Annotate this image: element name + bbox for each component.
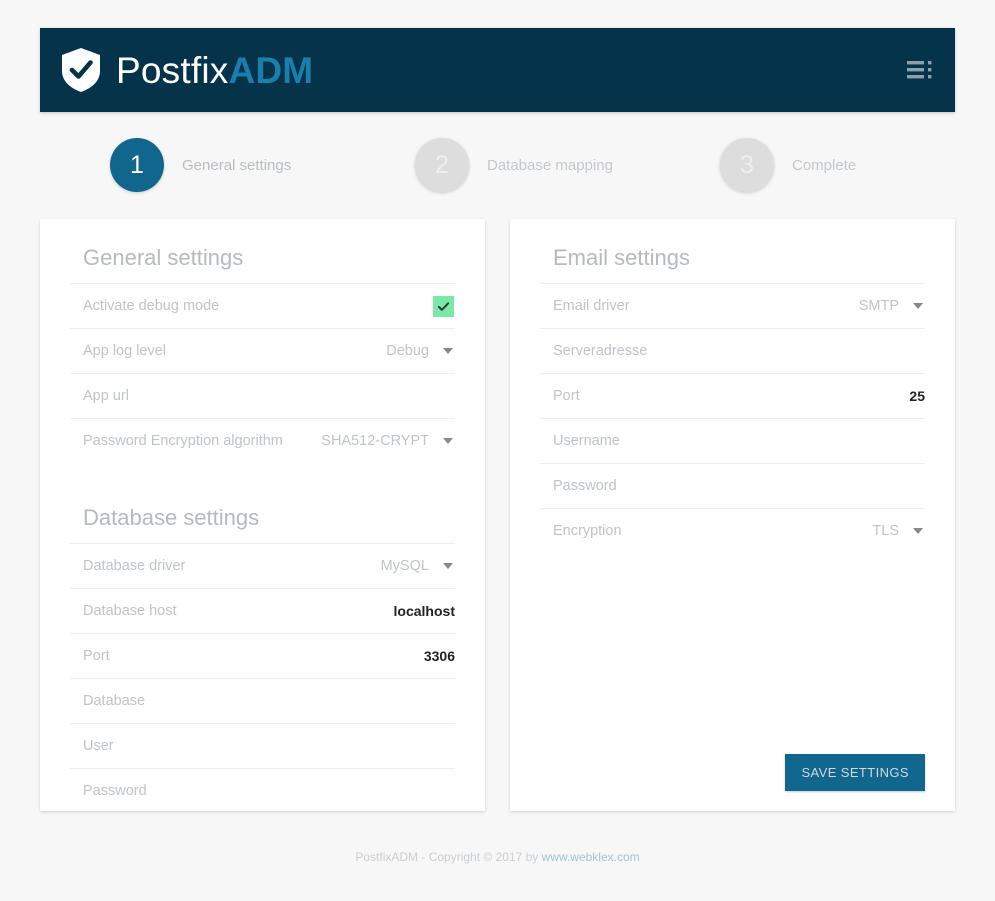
- chevron-down-icon[interactable]: [913, 528, 923, 534]
- field-label: Encryption: [553, 523, 622, 539]
- field-email-encryption[interactable]: Encryption TLS: [540, 508, 925, 553]
- field-database-user[interactable]: User: [70, 723, 455, 768]
- field-label: User: [83, 738, 114, 754]
- general-settings-title: General settings: [83, 245, 244, 270]
- field-value: SHA512-CRYPT: [321, 433, 429, 449]
- field-label: App url: [83, 388, 129, 404]
- field-server-address[interactable]: Serveradresse: [540, 328, 925, 373]
- brand[interactable]: PostfixADM: [60, 47, 313, 93]
- chevron-down-icon[interactable]: [443, 438, 453, 444]
- debug-mode-checkbox[interactable]: [433, 295, 454, 317]
- email-settings-title: Email settings: [553, 245, 690, 270]
- field-label: Port: [553, 388, 580, 404]
- field-label: Activate debug mode: [83, 298, 220, 314]
- field-database-password[interactable]: Password: [70, 768, 455, 813]
- field-value: TLS: [872, 523, 899, 539]
- settings-cards: General settings Activate debug mode App…: [40, 219, 955, 811]
- field-label: Database: [83, 693, 146, 709]
- field-database-port[interactable]: Port 3306: [70, 633, 455, 678]
- save-settings-button[interactable]: SAVE SETTINGS: [785, 754, 925, 791]
- list-menu-icon[interactable]: [907, 60, 933, 80]
- field-database-driver[interactable]: Database driver MySQL: [70, 543, 455, 588]
- field-label: Password: [553, 478, 617, 494]
- step-general-settings[interactable]: 1 General settings: [40, 138, 345, 192]
- step-label-1: General settings: [182, 156, 292, 174]
- left-settings-card: General settings Activate debug mode App…: [40, 219, 485, 811]
- field-label: Database host: [83, 603, 177, 619]
- brand-title-light: Postfix: [116, 49, 229, 91]
- field-email-driver[interactable]: Email driver SMTP: [540, 283, 925, 328]
- brand-title: PostfixADM: [116, 52, 313, 89]
- shield-check-icon: [60, 47, 102, 93]
- chevron-down-icon[interactable]: [443, 348, 453, 354]
- step-number-1: 1: [110, 138, 164, 192]
- field-app-log-level[interactable]: App log level Debug: [70, 328, 455, 373]
- step-number-3: 3: [720, 138, 774, 192]
- field-value: Debug: [386, 343, 429, 359]
- field-label: Password Encryption algorithm: [83, 433, 283, 449]
- step-complete[interactable]: 3 Complete: [650, 138, 955, 192]
- field-label: Username: [553, 433, 620, 449]
- field-value: 3306: [423, 648, 455, 664]
- field-database-host[interactable]: Database host localhost: [70, 588, 455, 633]
- field-label: Database driver: [83, 558, 186, 574]
- field-value: localhost: [393, 603, 455, 619]
- field-value: MySQL: [380, 558, 429, 574]
- chevron-down-icon[interactable]: [443, 563, 453, 569]
- field-database-name[interactable]: Database: [70, 678, 455, 723]
- wizard-stepper: 1 General settings 2 Database mapping 3 …: [40, 130, 955, 200]
- database-settings-title: Database settings: [83, 505, 260, 530]
- step-number-2: 2: [415, 138, 469, 192]
- installer-page: PostfixADM 1 General settings 2 Database…: [0, 0, 995, 901]
- field-activate-debug-mode[interactable]: Activate debug mode: [70, 283, 455, 328]
- right-settings-card: Email settings Email driver SMTP Servera…: [510, 219, 955, 811]
- field-label: Port: [83, 648, 110, 664]
- app-header: PostfixADM: [40, 28, 955, 112]
- field-value: SMTP: [858, 298, 899, 314]
- field-value: 25: [909, 388, 925, 404]
- field-label: Password: [83, 783, 147, 799]
- step-label-2: Database mapping: [487, 156, 613, 174]
- step-database-mapping[interactable]: 2 Database mapping: [345, 138, 650, 192]
- field-label: App log level: [83, 343, 167, 359]
- footer-website-link[interactable]: www.webklex.com: [542, 850, 640, 864]
- field-label: Email driver: [553, 298, 630, 314]
- field-email-username[interactable]: Username: [540, 418, 925, 463]
- step-label-3: Complete: [792, 156, 857, 174]
- field-password-encryption-algorithm[interactable]: Password Encryption algorithm SHA512-CRY…: [70, 418, 455, 463]
- card-actions: SAVE SETTINGS: [785, 754, 925, 791]
- footer-copyright-text: PostfixADM - Copyright © 2017 by: [355, 850, 542, 864]
- page-footer: PostfixADM - Copyright © 2017 by www.web…: [0, 850, 995, 864]
- field-app-url[interactable]: App url: [70, 373, 455, 418]
- field-email-password[interactable]: Password: [540, 463, 925, 508]
- brand-title-accent: ADM: [228, 49, 314, 91]
- field-label: Serveradresse: [553, 343, 648, 359]
- field-email-port[interactable]: Port 25: [540, 373, 925, 418]
- chevron-down-icon[interactable]: [913, 303, 923, 309]
